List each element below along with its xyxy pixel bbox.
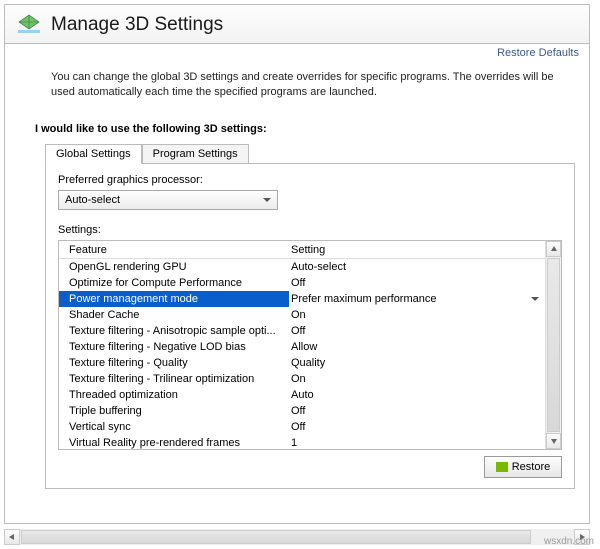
scroll-down-button[interactable] [546,433,561,449]
grid-cell-setting: 1 [289,435,545,450]
scroll-thumb[interactable] [547,258,560,432]
grid-cell-feature: Triple buffering [59,403,289,419]
grid-row[interactable]: Shader CacheOn [59,307,545,323]
hscroll-left-button[interactable] [4,529,20,545]
restore-defaults-link[interactable]: Restore Defaults [497,47,579,59]
grid-header: Feature Setting [59,241,561,259]
settings-section-label: I would like to use the following 3D set… [35,123,575,135]
grid-row[interactable]: Threaded optimizationAuto [59,387,545,403]
grid-cell-feature: Threaded optimization [59,387,289,403]
preferred-processor-value: Auto-select [65,194,120,206]
grid-cell-feature: OpenGL rendering GPU [59,259,289,275]
grid-cell-feature: Texture filtering - Trilinear optimizati… [59,371,289,387]
panel-header: Manage 3D Settings [5,5,589,44]
grid-cell-setting: Quality [289,355,545,371]
grid-row[interactable]: Texture filtering - Anisotropic sample o… [59,323,545,339]
grid-cell-setting: On [289,371,545,387]
grid-cell-feature: Texture filtering - Negative LOD bias [59,339,289,355]
settings-panel: Manage 3D Settings Restore Defaults You … [4,4,590,524]
grid-cell-feature: Texture filtering - Quality [59,355,289,371]
grid-row[interactable]: Texture filtering - Trilinear optimizati… [59,371,545,387]
grid-row[interactable]: Vertical syncOff [59,419,545,435]
grid-cell-feature: Optimize for Compute Performance [59,275,289,291]
tab-program-settings[interactable]: Program Settings [142,144,249,164]
grid-row[interactable]: OpenGL rendering GPUAuto-select [59,259,545,275]
hscroll-thumb[interactable] [21,530,531,544]
restore-button-label: Restore [512,461,551,473]
grid-row[interactable]: Power management modePrefer maximum perf… [59,291,545,307]
settings-grid-label: Settings: [58,224,562,236]
preferred-processor-select[interactable]: Auto-select [58,190,278,210]
tabs-container: Global Settings Program Settings Preferr… [45,143,575,489]
grid-cell-setting: On [289,307,545,323]
grid-vertical-scrollbar[interactable] [545,241,561,449]
grid-cell-setting: Off [289,403,545,419]
tabs: Global Settings Program Settings [45,143,575,163]
page-title: Manage 3D Settings [51,14,579,36]
grid-row[interactable]: Triple bufferingOff [59,403,545,419]
grid-cell-setting: Off [289,275,545,291]
restore-button[interactable]: Restore [484,456,562,478]
grid-cell-feature: Shader Cache [59,307,289,323]
grid-cell-setting: Off [289,323,545,339]
panel-horizontal-scrollbar[interactable] [4,529,590,545]
tab-body: Preferred graphics processor: Auto-selec… [45,163,575,489]
grid-cell-setting: Off [289,419,545,435]
grid-row[interactable]: Texture filtering - QualityQuality [59,355,545,371]
grid-row[interactable]: Virtual Reality pre-rendered frames1 [59,435,545,450]
grid-cell-feature: Texture filtering - Anisotropic sample o… [59,323,289,339]
grid-cell-setting: Allow [289,339,545,355]
grid-row[interactable]: Texture filtering - Negative LOD biasAll… [59,339,545,355]
grid-row[interactable]: Optimize for Compute PerformanceOff [59,275,545,291]
description-text: You can change the global 3D settings an… [51,70,575,101]
grid-cell-feature: Virtual Reality pre-rendered frames [59,435,289,450]
grid-cell-setting-dropdown[interactable]: Prefer maximum performance [289,291,545,307]
grid-cell-feature: Power management mode [59,291,289,307]
nvidia-badge-icon [496,462,508,472]
grid-header-setting[interactable]: Setting [289,241,561,258]
grid-cell-setting: Auto [289,387,545,403]
grid-footer: Restore [58,456,562,478]
scroll-up-button[interactable] [546,241,561,257]
grid-header-feature[interactable]: Feature [59,241,289,258]
grid-cell-feature: Vertical sync [59,419,289,435]
watermark: wsxdn.com [544,536,594,547]
grid-body: OpenGL rendering GPUAuto-selectOptimize … [59,259,545,449]
panel-3d-icon [15,11,43,39]
tab-global-settings[interactable]: Global Settings [45,144,142,164]
settings-grid: Feature Setting OpenGL rendering GPUAuto… [58,240,562,450]
grid-cell-setting: Auto-select [289,259,545,275]
preferred-processor-label: Preferred graphics processor: [58,174,562,186]
